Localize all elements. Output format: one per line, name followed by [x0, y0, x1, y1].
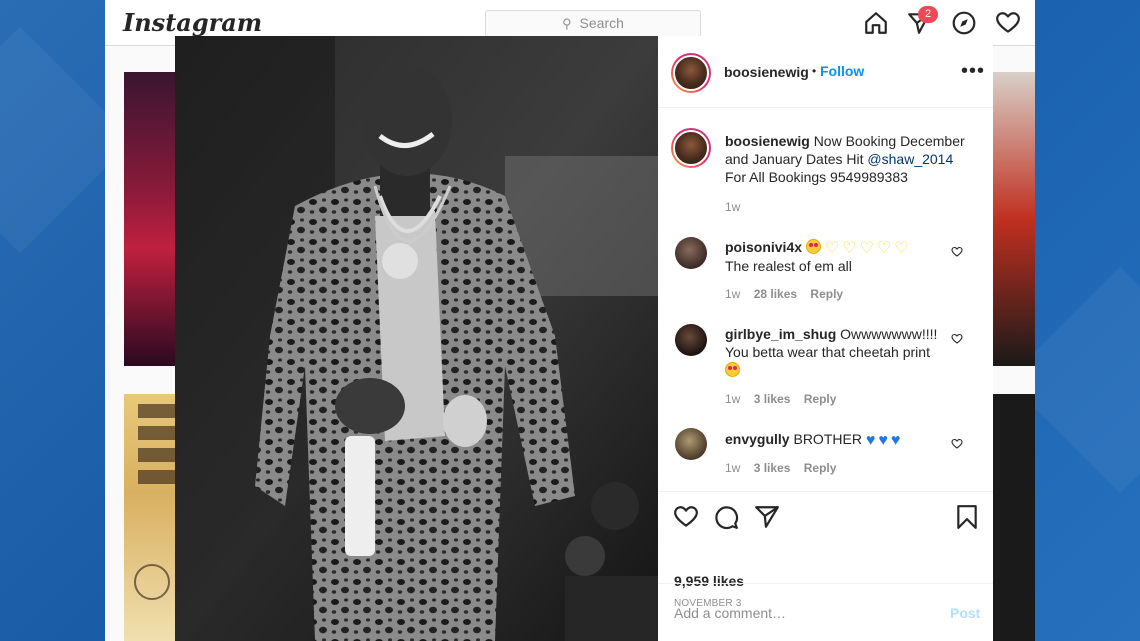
yellow-heart-icon: ♡	[876, 240, 892, 257]
comment-age[interactable]: 1w	[725, 392, 740, 406]
post-comment-button[interactable]: Post	[950, 605, 980, 621]
comment-age[interactable]: 1w	[725, 287, 740, 301]
post-author-username[interactable]: boosienewig	[724, 64, 809, 80]
activity-heart-icon[interactable]	[995, 10, 1021, 36]
comment-likes[interactable]: 3 likes	[754, 392, 791, 406]
share-icon[interactable]	[754, 504, 780, 530]
blue-heart-icon: ♥	[878, 432, 888, 449]
comment-text: envygully BROTHER ♥ ♥ ♥	[725, 430, 955, 449]
comment-likes[interactable]: 28 likes	[754, 287, 797, 301]
search-input[interactable]: ⚲ Search	[485, 10, 701, 37]
caption-text: boosienewig Now Booking December and Jan…	[725, 132, 980, 186]
more-options-icon[interactable]: •••	[961, 60, 985, 83]
author-avatar[interactable]	[671, 53, 711, 93]
comment-meta: 1w 28 likes Reply	[725, 287, 843, 301]
comment-username[interactable]: poisonivi4x	[725, 239, 802, 255]
post-photo-image	[175, 36, 658, 641]
commenter-avatar[interactable]	[675, 237, 707, 269]
reply-button[interactable]: Reply	[804, 461, 837, 475]
caption-mention-link[interactable]: @shaw_2014	[867, 151, 953, 167]
home-icon[interactable]	[863, 10, 889, 36]
yellow-heart-icon: ♡	[859, 240, 874, 257]
comment-inline-text: Owwwwwww!!!!	[840, 326, 938, 342]
search-placeholder: Search	[579, 15, 624, 31]
yellow-heart-icon: ♡	[824, 240, 840, 257]
comment-body: The realest of em all	[725, 258, 852, 274]
add-comment-bar: Add a comment… Post	[658, 583, 993, 641]
notification-badge: 2	[918, 6, 938, 23]
explore-icon[interactable]	[951, 10, 977, 36]
comment-username[interactable]: girlbye_im_shug	[725, 326, 836, 342]
heart-eyes-emoji-icon	[805, 239, 821, 254]
comment-meta: 1w 3 likes Reply	[725, 392, 836, 406]
comment-text: girlbye_im_shug Owwwwwww!!!! You betta w…	[725, 325, 955, 379]
like-comment-icon[interactable]	[951, 246, 963, 258]
blue-heart-icon: ♥	[865, 432, 876, 449]
follow-button[interactable]: Follow	[820, 63, 864, 79]
caption-avatar[interactable]	[671, 128, 711, 168]
comment-input[interactable]: Add a comment…	[674, 605, 786, 621]
post-header: boosienewig • Follow •••	[658, 36, 993, 108]
like-comment-icon[interactable]	[951, 438, 963, 450]
caption-tail: For All Bookings 9549989383	[725, 169, 908, 185]
reply-button[interactable]: Reply	[810, 287, 843, 301]
blue-heart-icon: ♥	[890, 432, 901, 449]
post-photo[interactable]	[175, 36, 658, 641]
comment-inline-text: BROTHER	[793, 431, 862, 447]
instagram-logo[interactable]: Instagram	[123, 8, 262, 37]
comment-meta: 1w 3 likes Reply	[725, 461, 836, 475]
comment-body: You betta wear that cheetah print	[725, 344, 930, 360]
commenter-avatar[interactable]	[675, 324, 707, 356]
comment-likes[interactable]: 3 likes	[754, 461, 791, 475]
comment-age[interactable]: 1w	[725, 461, 740, 475]
search-icon: ⚲	[562, 16, 572, 31]
yellow-heart-icon: ♡	[842, 240, 857, 257]
like-heart-icon[interactable]	[673, 504, 699, 530]
commenter-avatar[interactable]	[675, 428, 707, 460]
reply-button[interactable]: Reply	[804, 392, 837, 406]
post-detail-panel: boosienewig • Follow ••• boosienewig Now…	[658, 36, 993, 641]
author-avatar-image	[673, 55, 709, 91]
comment-username[interactable]: envygully	[725, 431, 790, 447]
comment-text: poisonivi4x ♡ ♡ ♡ ♡ ♡ The realest of em all	[725, 238, 955, 275]
save-bookmark-icon[interactable]	[954, 504, 980, 530]
caption-age[interactable]: 1w	[725, 200, 740, 214]
separator-dot: •	[812, 64, 817, 78]
heart-eyes-emoji-icon	[725, 362, 740, 377]
like-comment-icon[interactable]	[951, 333, 963, 345]
caption-avatar-image	[673, 130, 709, 166]
comment-bubble-icon[interactable]	[713, 504, 739, 530]
yellow-heart-icon: ♡	[894, 240, 909, 257]
caption-username[interactable]: boosienewig	[725, 133, 810, 149]
